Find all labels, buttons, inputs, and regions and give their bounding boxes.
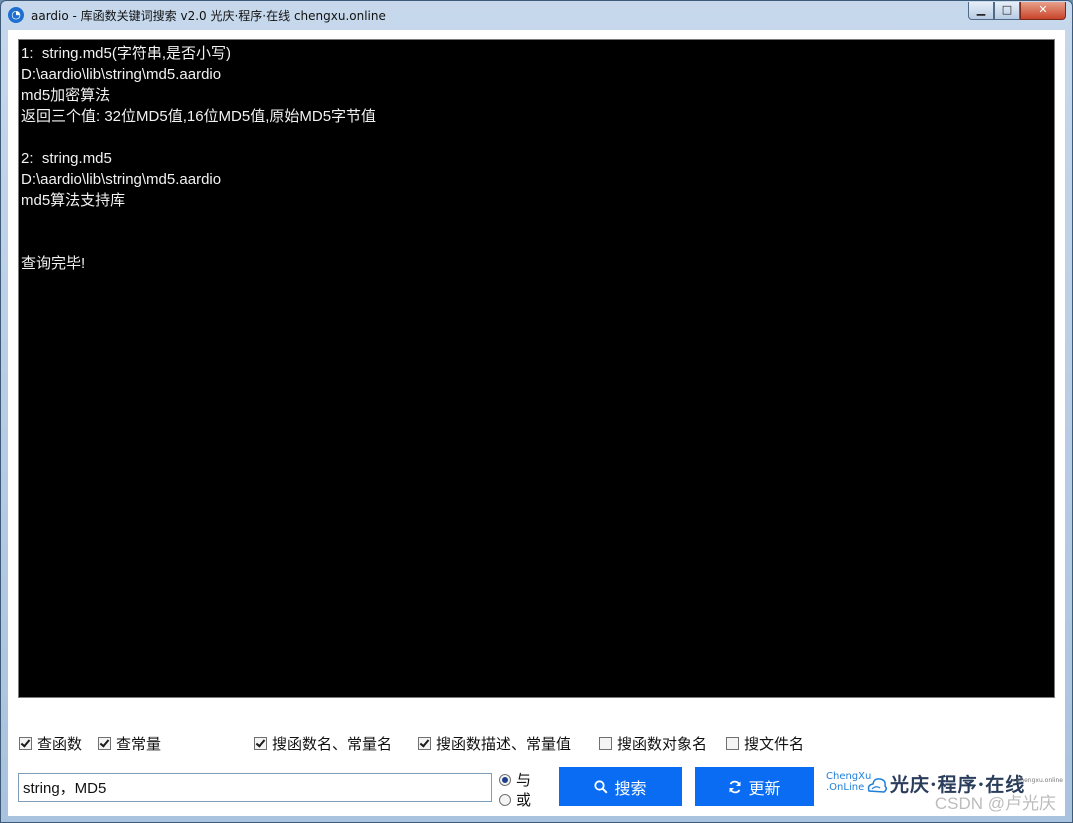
option-label: 搜函数名、常量名 [272,736,393,753]
result-text: 1: string.md5(字符串,是否小写) D:\aardio\lib\st… [21,45,377,272]
logo-small-url: chengxu.online [1017,777,1063,784]
search-button-label: 搜索 [614,780,647,798]
radio-unselected-icon[interactable] [499,793,511,806]
result-output[interactable]: 1: string.md5(字符串,是否小写) D:\aardio\lib\st… [18,39,1055,698]
checkbox-checked-icon[interactable] [418,737,431,750]
client-area: 1: string.md5(字符串,是否小写) D:\aardio\lib\st… [8,30,1065,816]
radio-selected-icon[interactable] [499,773,511,786]
option-label: 查常量 [116,736,162,753]
search-button[interactable]: 搜索 [559,767,682,806]
title-bar[interactable]: ◔ aardio - 库函数关键词搜索 v2.0 光庆·程序·在线 chengx… [1,1,1072,29]
radio-label: 或 [516,792,532,809]
option-label: 搜文件名 [744,736,805,753]
radio-label: 与 [516,772,532,789]
refresh-button[interactable]: 更新 [695,767,814,806]
search-input[interactable] [18,773,492,802]
window-controls: ▁ □ ✕ [968,2,1066,21]
checkbox-checked-icon[interactable] [19,737,32,750]
option-search-file-names[interactable]: 搜文件名 [726,733,804,754]
checkbox-checked-icon[interactable] [254,737,267,750]
option-query-functions[interactable]: 查函数 [19,733,82,754]
option-label: 搜函数对象名 [617,736,708,753]
option-label: 查函数 [37,736,83,753]
logo-small-text: ChengXu .OnLine [826,771,872,793]
search-options: 查函数 查常量 搜函数名、常量名 搜函数描述、常量值 搜函数对象名 搜文件名 [8,733,1065,753]
csdn-watermark: CSDN @卢光庆 [934,794,1056,813]
logic-and-radio[interactable]: 与 [499,769,531,790]
checkbox-unchecked-icon[interactable] [726,737,739,750]
option-query-constants[interactable]: 查常量 [98,733,161,754]
option-search-descriptions[interactable]: 搜函数描述、常量值 [418,733,571,754]
close-button[interactable]: ✕ [1020,2,1066,20]
option-label: 搜函数描述、常量值 [436,736,572,753]
minimize-button[interactable]: ▁ [968,2,994,20]
checkbox-unchecked-icon[interactable] [599,737,612,750]
maximize-button[interactable]: □ [994,2,1020,20]
cloud-logo-icon [867,778,888,793]
checkbox-checked-icon[interactable] [98,737,111,750]
option-search-object-names[interactable]: 搜函数对象名 [599,733,707,754]
search-icon [594,779,608,794]
refresh-icon [729,780,741,793]
refresh-button-label: 更新 [748,780,781,798]
aardio-app-icon: ◔ [8,7,24,23]
logic-or-radio[interactable]: 或 [499,789,531,810]
app-window: ◔ aardio - 库函数关键词搜索 v2.0 光庆·程序·在线 chengx… [0,0,1073,823]
window-title: aardio - 库函数关键词搜索 v2.0 光庆·程序·在线 chengxu.… [31,9,386,23]
option-search-names[interactable]: 搜函数名、常量名 [254,733,392,754]
